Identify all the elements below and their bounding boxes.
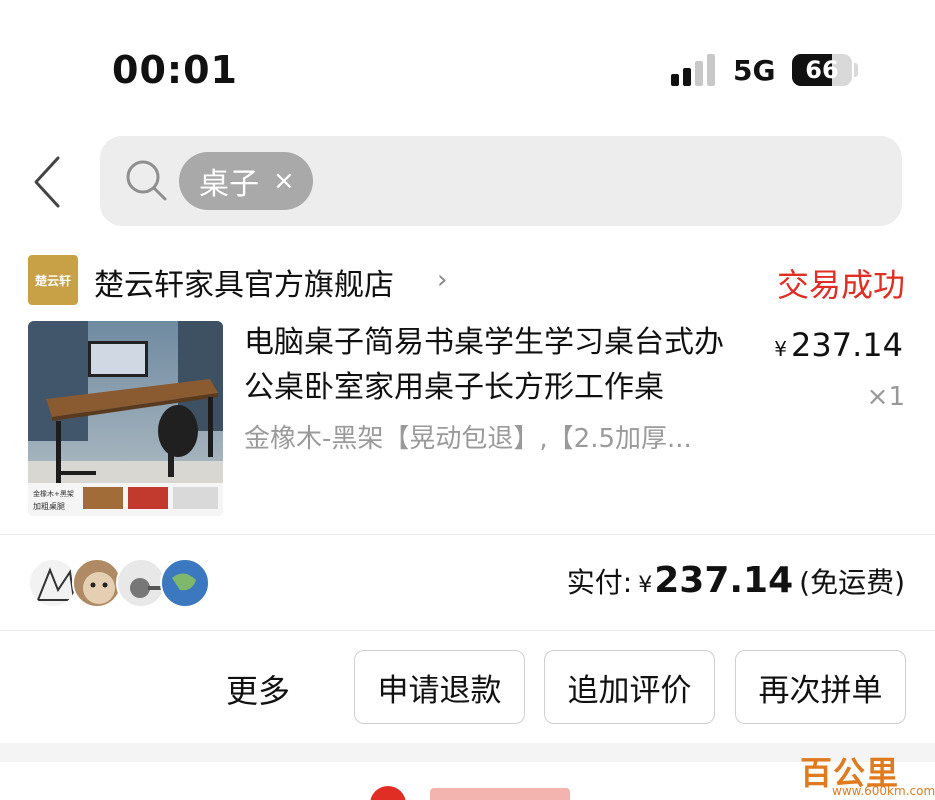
watermark-url: www.600km.com: [832, 784, 935, 798]
section-gap: [0, 743, 935, 762]
shop-logo-text: 楚云轩: [34, 273, 71, 288]
search-keyword: 桌子: [199, 167, 259, 202]
close-icon[interactable]: ×: [273, 166, 295, 196]
watermark-logo: 百公里 www.600km.com: [800, 748, 935, 798]
paid-amount: 237.14: [654, 560, 794, 601]
price-value: 237.14: [791, 326, 903, 364]
shop-name[interactable]: 楚云轩家具官方旗舰店: [94, 260, 394, 304]
more-button[interactable]: 更多: [226, 666, 290, 712]
network-type: 5G: [733, 54, 776, 87]
product-price: ¥237.14: [774, 326, 903, 364]
search-keyword-chip[interactable]: 桌子 ×: [179, 152, 313, 210]
battery-tip: [854, 63, 858, 77]
price-currency: ¥: [774, 337, 788, 361]
battery-icon: 66: [792, 54, 852, 86]
refund-button[interactable]: 申请退款: [354, 650, 525, 724]
next-card-icon: [370, 786, 406, 800]
product-image[interactable]: 金橡木+黑架 加粗桌腿: [28, 321, 223, 516]
shipping-note: (免运费): [799, 566, 905, 599]
chevron-right-icon[interactable]: ›: [437, 265, 447, 295]
search-bar[interactable]: 桌子 ×: [100, 136, 902, 226]
paid-currency: ¥: [638, 573, 653, 598]
signal-icon: [671, 52, 719, 86]
avatar: [28, 558, 78, 608]
battery-percent: 66: [805, 56, 839, 84]
status-time: 00:01: [112, 48, 238, 92]
product-spec: 金橡木-黑架【晃动包退】,【2.5加厚...: [244, 424, 692, 454]
paid-label: 实付:: [566, 566, 633, 599]
group-avatars[interactable]: [28, 558, 228, 608]
add-review-button[interactable]: 追加评价: [544, 650, 715, 724]
avatar: [72, 558, 122, 608]
divider: [0, 630, 935, 631]
search-icon: [124, 158, 168, 202]
avatar: [160, 558, 210, 608]
svg-text:金橡木+黑架: 金橡木+黑架: [33, 489, 74, 498]
shop-logo[interactable]: 楚云轩: [28, 255, 78, 305]
product-title[interactable]: 电脑桌子简易书桌学生学习桌台式办公桌卧室家用桌子长方形工作桌: [244, 320, 744, 410]
svg-text:加粗桌腿: 加粗桌腿: [33, 501, 65, 511]
chevron-left-icon[interactable]: [28, 152, 68, 212]
regroup-button[interactable]: 再次拼单: [735, 650, 906, 724]
next-card-title: [430, 788, 570, 800]
divider: [0, 534, 935, 535]
avatar: [116, 558, 166, 608]
paid-total: 实付: ¥ 237.14 (免运费): [567, 560, 905, 601]
product-quantity: ×1: [866, 382, 905, 412]
order-status: 交易成功: [776, 266, 905, 304]
